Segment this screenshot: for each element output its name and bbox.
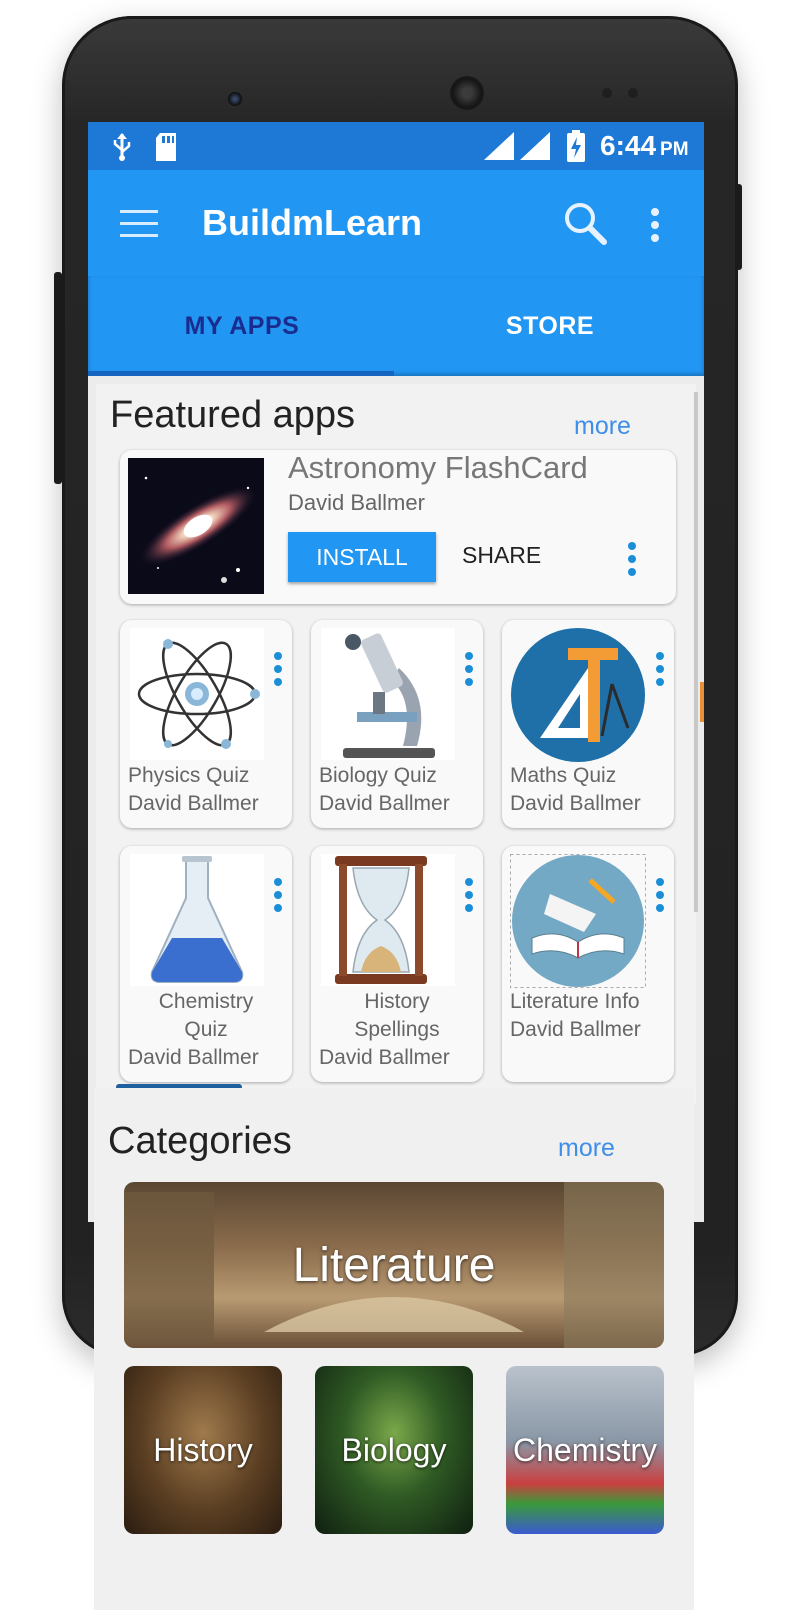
install-button[interactable]: INSTALL	[288, 532, 436, 582]
app-overflow-icon[interactable]	[656, 878, 664, 917]
category-literature[interactable]: Literature	[124, 1182, 664, 1348]
app-card-maths[interactable]: Maths Quiz David Ballmer	[502, 620, 674, 828]
battery-charging-icon	[567, 130, 585, 162]
app-title: BuildmLearn	[202, 202, 423, 243]
app-overflow-icon[interactable]	[656, 652, 664, 691]
edge-highlight	[700, 682, 704, 722]
app-card-literature[interactable]: Literature Info David Ballmer	[502, 846, 674, 1082]
proximity-sensor	[602, 88, 612, 98]
usb-icon	[113, 133, 131, 161]
flask-icon	[130, 854, 264, 986]
active-tab-indicator	[88, 371, 394, 376]
app-card-physics[interactable]: Physics Quiz David Ballmer	[120, 620, 292, 828]
hero-app-author: David Ballmer	[288, 490, 425, 515]
atom-icon	[130, 628, 264, 760]
app-name-line1: Chemistry	[158, 990, 254, 1013]
overflow-menu-icon[interactable]	[651, 208, 659, 247]
tab-store-label: STORE	[505, 311, 595, 340]
category-history[interactable]: History	[124, 1366, 282, 1534]
front-camera	[228, 92, 242, 106]
microscope-icon	[321, 628, 455, 760]
hero-overflow-icon[interactable]	[628, 542, 636, 581]
geometry-tools-icon	[511, 628, 645, 762]
clock: 6:44 PM	[600, 130, 689, 162]
app-card-biology[interactable]: Biology Quiz David Ballmer	[311, 620, 483, 828]
app-name: Physics Quiz	[128, 764, 250, 787]
volume-button	[54, 272, 62, 484]
categories-panel: Categories more Literature History Biolo…	[94, 1088, 694, 1610]
app-name-line2: Spellings	[354, 1018, 440, 1041]
sd-card-icon	[156, 133, 176, 161]
app-name: Literature Info	[510, 990, 640, 1013]
category-literature-label: Literature	[292, 1238, 496, 1292]
app-author: David Ballmer	[510, 1018, 641, 1041]
app-overflow-icon[interactable]	[274, 878, 282, 917]
clock-time: 6:44	[600, 130, 657, 161]
category-biology-label: Biology	[341, 1431, 447, 1468]
screen: 6:44 PM BuildmLearn MY APPS STORE Feature…	[88, 122, 704, 1222]
app-author: David Ballmer	[319, 792, 450, 815]
app-name-line2: Quiz	[184, 1018, 228, 1041]
search-icon[interactable]	[562, 200, 608, 246]
cell-signal-icon	[520, 132, 550, 160]
menu-hamburger-icon[interactable]	[120, 210, 158, 238]
power-button	[736, 184, 742, 270]
hourglass-icon	[321, 854, 455, 986]
galaxy-thumbnail	[128, 458, 264, 594]
wifi-signal-icon	[484, 132, 514, 160]
app-author: David Ballmer	[319, 1046, 450, 1069]
categories-title: Categories	[108, 1120, 292, 1162]
scrollbar[interactable]	[694, 392, 698, 912]
tab-bar: MY APPS STORE	[88, 276, 704, 376]
app-card-chemistry[interactable]: Chemistry Quiz David Ballmer	[120, 846, 292, 1082]
open-book-icon	[510, 854, 646, 988]
app-name: Maths Quiz	[510, 764, 617, 787]
app-author: David Ballmer	[128, 792, 259, 815]
category-chemistry-label: Chemistry	[512, 1431, 657, 1468]
app-name: Biology Quiz	[319, 764, 437, 787]
category-biology[interactable]: Biology	[315, 1366, 473, 1534]
share-button[interactable]: SHARE	[462, 542, 541, 569]
category-chemistry[interactable]: Chemistry	[506, 1366, 664, 1534]
featured-more-link[interactable]: more	[574, 412, 631, 441]
app-author: David Ballmer	[510, 792, 641, 815]
categories-more-link[interactable]: more	[558, 1134, 615, 1163]
tab-my-apps[interactable]: MY APPS	[88, 276, 396, 376]
app-bar: BuildmLearn	[88, 170, 704, 276]
featured-hero-card[interactable]: Astronomy FlashCard David Ballmer INSTAL…	[120, 450, 676, 604]
tab-my-apps-label: MY APPS	[184, 311, 300, 340]
earpiece-speaker	[450, 76, 484, 110]
featured-title: Featured apps	[110, 394, 356, 436]
status-bar: 6:44 PM	[88, 122, 704, 170]
tab-store[interactable]: STORE	[396, 276, 704, 376]
hero-app-title: Astronomy FlashCard	[288, 450, 588, 485]
app-overflow-icon[interactable]	[465, 878, 473, 917]
light-sensor	[628, 88, 638, 98]
category-history-label: History	[153, 1431, 253, 1468]
app-name-line1: History	[364, 990, 430, 1013]
app-author: David Ballmer	[128, 1046, 259, 1069]
clock-ampm: PM	[660, 139, 689, 160]
app-overflow-icon[interactable]	[274, 652, 282, 691]
app-card-history[interactable]: History Spellings David Ballmer	[311, 846, 483, 1082]
app-overflow-icon[interactable]	[465, 652, 473, 691]
